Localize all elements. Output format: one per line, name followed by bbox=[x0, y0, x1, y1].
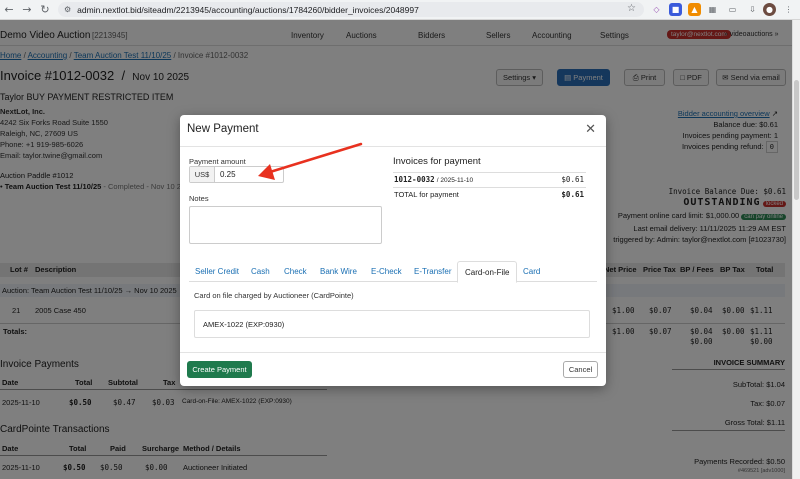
amount-label: Payment amount bbox=[189, 157, 246, 166]
invoice-total-line: TOTAL for payment $0.61 bbox=[394, 190, 584, 199]
bookmark-star-icon[interactable]: ☆ bbox=[627, 3, 636, 14]
download-icon[interactable]: ⇩ bbox=[746, 3, 759, 16]
extension-icon[interactable]: ▲ bbox=[688, 3, 701, 16]
page-scrollbar[interactable] bbox=[792, 20, 800, 479]
modal-footer-divider bbox=[180, 352, 606, 353]
card-on-file-option[interactable]: AMEX-1022 (EXP:0930) bbox=[194, 310, 590, 338]
new-payment-modal: New Payment ✕ Payment amount US$ 0.25 No… bbox=[180, 115, 606, 386]
close-icon[interactable]: ✕ bbox=[585, 122, 596, 137]
url-text: admin.nextlot.bid/siteadm/2213945/accoun… bbox=[77, 4, 419, 15]
invoice-list-divider bbox=[393, 172, 586, 173]
extensions-puzzle-icon[interactable]: ▦ bbox=[706, 3, 719, 16]
extension-icon[interactable]: ■ bbox=[669, 3, 682, 16]
forward-icon[interactable]: → bbox=[18, 3, 36, 16]
reload-icon[interactable]: ↻ bbox=[36, 3, 54, 16]
extension-icon[interactable]: ◇ bbox=[650, 3, 663, 16]
notes-textarea[interactable] bbox=[189, 206, 382, 244]
tab-seller-credit[interactable]: Seller Credit bbox=[195, 267, 239, 276]
tab-etransfer[interactable]: E-Transfer bbox=[414, 267, 452, 276]
tab-check[interactable]: Check bbox=[284, 267, 307, 276]
invoice-list-divider bbox=[393, 187, 586, 188]
payment-method-tabs: Seller Credit Cash Check Bank Wire E-Che… bbox=[189, 261, 597, 283]
tab-card[interactable]: Card bbox=[523, 267, 540, 276]
scrollbar-thumb[interactable] bbox=[794, 80, 799, 200]
total-label: TOTAL for payment bbox=[394, 190, 459, 199]
modal-divider bbox=[180, 146, 606, 147]
card-on-file-note: Card on file charged by Auctioneer (Card… bbox=[194, 291, 354, 300]
back-icon[interactable]: ← bbox=[0, 3, 18, 16]
total-amount: $0.61 bbox=[561, 190, 584, 199]
payment-amount-input[interactable]: 0.25 bbox=[215, 167, 283, 182]
browser-toolbar: ← → ↻ ⚙ admin.nextlot.bid/siteadm/221394… bbox=[0, 0, 800, 20]
site-info-icon[interactable]: ⚙ bbox=[64, 5, 71, 14]
notes-label: Notes bbox=[189, 194, 209, 203]
tab-bank-wire[interactable]: Bank Wire bbox=[320, 267, 357, 276]
invoices-for-payment-title: Invoices for payment bbox=[393, 156, 481, 167]
menu-kebab-icon[interactable]: ⋮ bbox=[782, 3, 795, 16]
invoice-line-date: / 2025-11-10 bbox=[436, 177, 474, 184]
address-bar[interactable]: ⚙ admin.nextlot.bid/siteadm/2213945/acco… bbox=[58, 2, 644, 17]
sidepanel-icon[interactable]: ▭ bbox=[726, 3, 739, 16]
invoice-number: 1012-0032 bbox=[394, 175, 435, 184]
payment-amount-field: US$ 0.25 bbox=[189, 166, 284, 183]
cancel-button[interactable]: Cancel bbox=[563, 361, 598, 378]
tab-echeck[interactable]: E-Check bbox=[371, 267, 402, 276]
profile-avatar[interactable]: ● bbox=[763, 3, 776, 16]
invoice-line-amount: $0.61 bbox=[561, 175, 584, 184]
modal-title: New Payment bbox=[187, 123, 259, 135]
currency-addon: US$ bbox=[190, 167, 215, 182]
invoice-line: 1012-0032 / 2025-11-10 $0.61 bbox=[394, 175, 584, 184]
tab-card-on-file[interactable]: Card-on-File bbox=[457, 261, 518, 283]
create-payment-button[interactable]: Create Payment bbox=[187, 361, 252, 378]
tab-cash[interactable]: Cash bbox=[251, 267, 270, 276]
